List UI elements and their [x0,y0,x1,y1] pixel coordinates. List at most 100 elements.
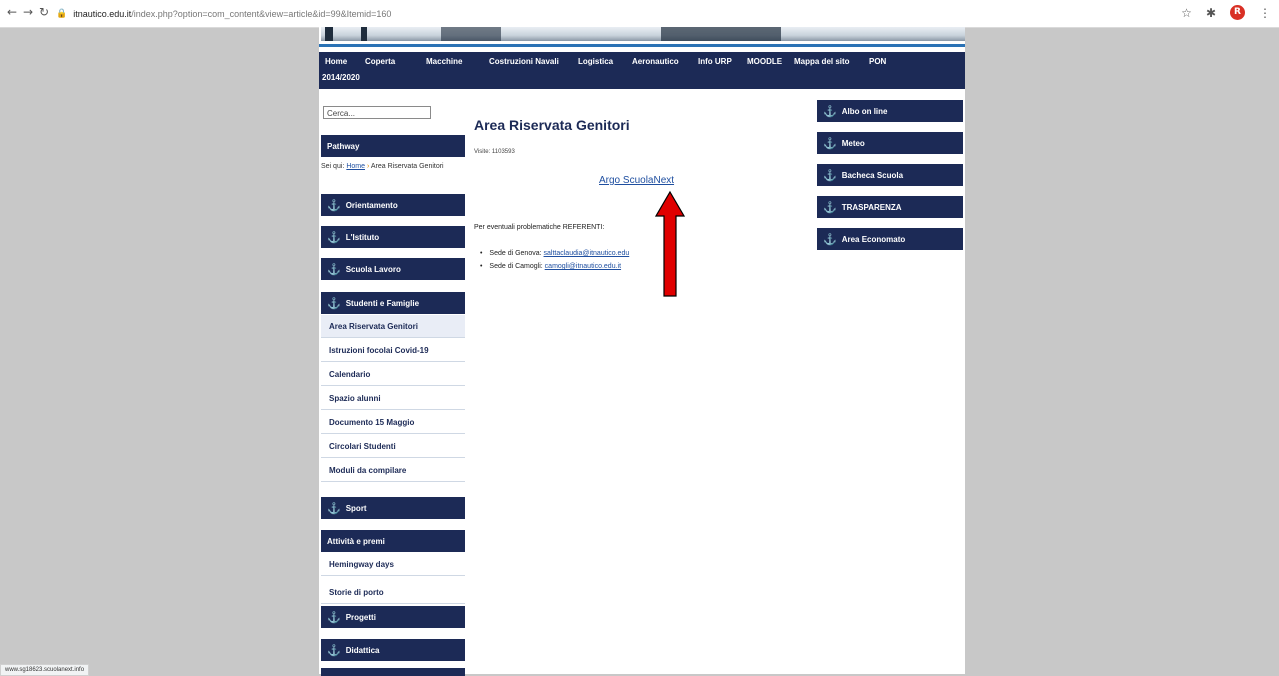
nav-logistica[interactable]: Logistica [578,57,613,66]
anchor-icon: ⚓ [823,233,837,246]
menu-label: Attività e premi [327,536,385,546]
nav-costruzioni-navali[interactable]: Costruzioni Navali [489,57,559,66]
submenu-istruzioni-covid[interactable]: Istruzioni focolai Covid-19 [321,339,465,362]
back-icon[interactable]: ← [5,5,19,19]
submenu-spazio-alunni[interactable]: Spazio alunni [321,387,465,410]
menu-label: TRASPARENZA [841,202,902,212]
menu-istituto[interactable]: ⚓ L'Istituto [321,226,465,248]
nav-home[interactable]: Home [325,57,347,66]
nav-aeronautico[interactable]: Aeronautico [632,57,679,66]
menu-studenti-famiglie[interactable]: ⚓ Studenti e Famiglie [321,292,465,314]
anchor-icon: ⚓ [327,199,341,212]
anchor-icon: ⚓ [327,611,341,624]
menu-label: Didattica [345,645,380,655]
submenu-circolari-studenti[interactable]: Circolari Studenti [321,435,465,458]
toolbar-icons: ☆ ✱ R ⋮ [1181,5,1271,20]
referente-email-link[interactable]: salttaclaudia@itnautico.edu [544,250,630,257]
right-menu-area-economato[interactable]: ⚓ Area Economato [817,228,963,250]
breadcrumb-current: Area Riservata Genitori [370,163,444,170]
nav-moodle[interactable]: MOODLE [747,57,782,66]
breadcrumb: Sei qui: Home › Area Riservata Genitori [321,161,461,172]
menu-label: Meteo [841,138,865,148]
submenu-documento-15-maggio[interactable]: Documento 15 Maggio [321,411,465,434]
referenti-intro: Per eventuali problematiche REFERENTI: [474,224,605,231]
menu-label: Orientamento [345,200,398,210]
anchor-icon: ⚓ [823,137,837,150]
menu-label: Scuola Lavoro [345,264,401,274]
pathway-header: Pathway [321,135,465,157]
nav-mappa-sito[interactable]: Mappa del sito [794,57,850,66]
referente-email-link[interactable]: camogli@itnautico.edu.it [545,263,621,270]
nav-pon[interactable]: PON [869,57,886,66]
menu-label: Sport [345,503,367,513]
banner-decoration [325,27,333,41]
lock-icon[interactable]: 🔒 [56,9,67,19]
header-banner [321,27,965,41]
submenu-hemingway-days[interactable]: Hemingway days [321,553,465,576]
url-path: /index.php?option=com_content&view=artic… [131,8,392,19]
profile-avatar[interactable]: R [1230,5,1245,20]
anchor-icon: ⚓ [823,169,837,182]
pathway-title: Pathway [327,141,360,151]
arrow-annotation [655,190,685,297]
right-menu-trasparenza[interactable]: ⚓ TRASPARENZA [817,196,963,218]
referenti-list: Sede di Genova: salttaclaudia@itnautico.… [480,247,629,273]
menu-progetti[interactable]: ⚓ Progetti [321,606,465,628]
nav-coperta[interactable]: Coperta [365,57,395,66]
submenu-calendario[interactable]: Calendario [321,363,465,386]
referente-label: Sede di Camogli: [489,263,543,270]
anchor-icon: ⚓ [823,201,837,214]
page-title: Area Riservata Genitori [474,117,630,133]
list-item: Sede di Genova: salttaclaudia@itnautico.… [480,247,629,260]
right-menu-bacheca[interactable]: ⚓ Bacheca Scuola [817,164,963,186]
extensions-icon[interactable]: ✱ [1206,6,1216,20]
url-host: itnautico.edu.it [73,8,132,19]
submenu-storie-di-porto[interactable]: Storie di porto [321,581,465,604]
menu-orientamento[interactable]: ⚓ Orientamento [321,194,465,216]
right-menu-meteo[interactable]: ⚓ Meteo [817,132,963,154]
submenu-moduli-da-compilare[interactable]: Moduli da compilare [321,459,465,482]
top-navigation: Home Coperta Macchine Costruzioni Navali… [319,52,965,89]
menu-didattica[interactable]: ⚓ Didattica [321,639,465,661]
banner-divider [319,44,965,47]
list-item: Sede di Camogli: camogli@itnautico.edu.i… [480,260,629,273]
status-bar-url: www.sg18623.scuolanext.info [0,664,90,676]
nav-pon-years[interactable]: 2014/2020 [322,73,360,82]
argo-scuolanext-link[interactable]: Argo ScuolaNext [599,175,674,186]
anchor-icon: ⚓ [327,263,341,276]
menu-label: Studenti e Famiglie [345,298,420,308]
banner-decoration [661,27,781,41]
breadcrumb-separator: › [366,163,370,170]
nav-info-urp[interactable]: Info URP [698,57,732,66]
menu-label: Progetti [345,612,376,622]
reload-icon[interactable]: ↻ [37,5,51,19]
menu-scuola-lavoro[interactable]: ⚓ Scuola Lavoro [321,258,465,280]
banner-decoration [441,27,501,41]
browser-toolbar: ← → ↻ 🔒 itnautico.edu.it /index.php?opti… [0,0,1279,28]
referente-label: Sede di Genova: [489,250,542,257]
menu-label: L'Istituto [345,232,380,242]
star-icon[interactable]: ☆ [1181,6,1192,20]
page-container: Home Coperta Macchine Costruzioni Navali… [319,27,965,676]
search-input[interactable]: Cerca... [323,106,431,119]
breadcrumb-prefix: Sei qui: [321,163,345,170]
anchor-icon: ⚓ [327,502,341,515]
anchor-icon: ⚓ [823,105,837,118]
breadcrumb-home-link[interactable]: Home [346,163,365,170]
forward-icon[interactable]: → [21,5,35,19]
menu-label: Bacheca Scuola [841,170,904,180]
anchor-icon: ⚓ [327,231,341,244]
anchor-icon: ⚓ [327,644,341,657]
right-menu-albo[interactable]: ⚓ Albo on line [817,100,963,122]
menu-label: Area Economato [841,234,906,244]
submenu-area-riservata-genitori[interactable]: Area Riservata Genitori [321,315,465,338]
menu-label: Albo on line [841,106,888,116]
menu-icon[interactable]: ⋮ [1259,6,1271,20]
address-bar[interactable]: 🔒 itnautico.edu.it /index.php?option=com… [56,5,1196,22]
menu-sport[interactable]: ⚓ Sport [321,497,465,519]
nav-macchine[interactable]: Macchine [426,57,462,66]
anchor-icon: ⚓ [327,297,341,310]
menu-attivita-premi[interactable]: Attività e premi [321,530,465,552]
visit-counter: Visite: 1103593 [474,149,515,155]
menu-next[interactable] [321,668,465,676]
